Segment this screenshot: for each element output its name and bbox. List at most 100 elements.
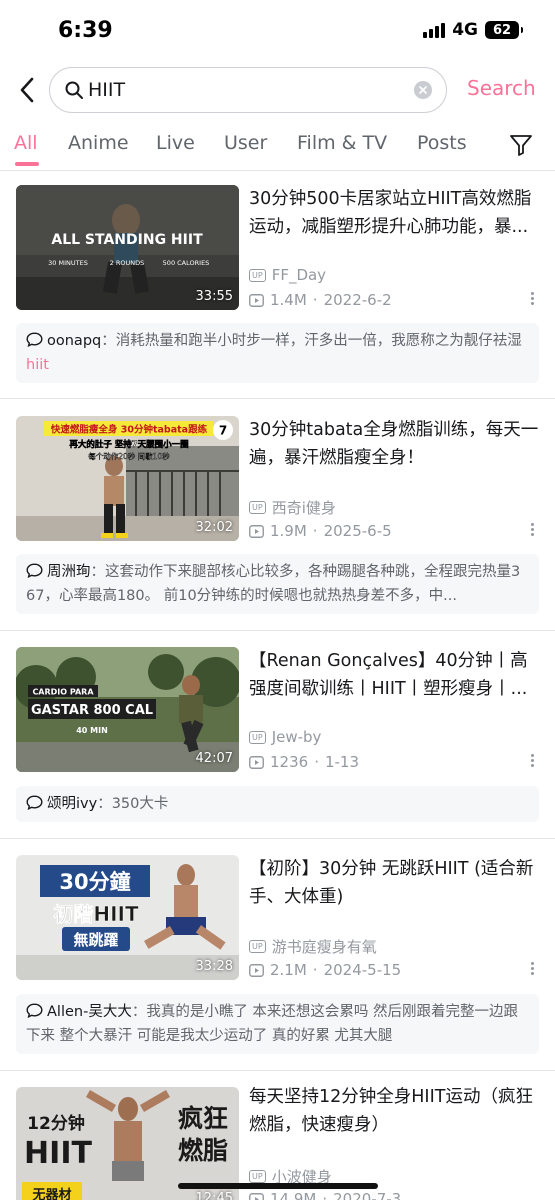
filter-funnel-icon: [510, 135, 532, 156]
play-count-icon: [249, 963, 264, 977]
video-stats: 1236 · 1-13: [249, 753, 359, 771]
network-type: 4G: [452, 20, 478, 40]
uploader-name: FF_Day: [271, 266, 327, 284]
video-thumbnail[interactable]: CARDIO PARA GASTAR 800 CAL 40 MIN 42:07: [16, 647, 239, 772]
tab-live[interactable]: Live: [156, 132, 195, 154]
top-comment[interactable]: Allen-吴大大：我真的是小瞧了 本来还想这会累吗 然后刚跟着完整一边跟下来 …: [16, 994, 539, 1054]
stats-separator: ·: [312, 522, 318, 540]
clear-search-button[interactable]: [414, 81, 432, 99]
comment-author: 周洲珣: [47, 564, 91, 580]
thumb-line: 40 MIN: [76, 726, 108, 735]
thumb-line: GASTAR 800 CAL: [31, 703, 153, 718]
view-count: 2.1M: [270, 961, 307, 979]
thumb-line: CARDIO PARA: [32, 688, 94, 697]
more-options-button[interactable]: [527, 752, 537, 770]
upload-date: 2020-7-3: [333, 1190, 402, 1200]
video-thumbnail[interactable]: 30分鐘 初階HIIT 無跳躍 33:28: [16, 855, 239, 980]
upload-date: 2024-5-15: [323, 961, 402, 979]
thumb-tag: 2 ROUNDS: [110, 259, 145, 267]
home-indicator[interactable]: [178, 1183, 378, 1189]
comment-author: 颂明ivy: [47, 796, 98, 812]
search-input[interactable]: [88, 76, 408, 104]
tab-all[interactable]: All: [14, 132, 38, 154]
stats-separator: ·: [314, 753, 319, 771]
thumb-line: 疯狂: [178, 1104, 228, 1133]
video-duration: 33:55: [195, 289, 233, 304]
video-thumbnail[interactable]: 快速燃脂瘦全身 30分钟tabata跟练 再大的肚子 坚持7天腰围小一圈 每个动…: [16, 416, 239, 541]
comment-bubble-icon: [26, 795, 43, 810]
upload-date: 2022-6-2: [323, 291, 392, 309]
uploader-name: Jew-by: [271, 728, 322, 746]
thumb-line: 無跳躍: [73, 931, 118, 949]
view-count: 14.9M: [270, 1190, 317, 1200]
top-comment[interactable]: 周洲珣：这套动作下来腿部核心比较多，各种踢腿各种跳，全程跟完热量367，心率最高…: [16, 554, 539, 614]
tab-film-tv[interactable]: Film & TV: [297, 132, 387, 154]
search-icon: [65, 81, 83, 99]
play-count-icon: [249, 1192, 264, 1200]
top-comment[interactable]: 颂明ivy：350大卡: [16, 786, 539, 822]
upload-date: 1-13: [324, 753, 360, 771]
close-icon: [419, 86, 427, 94]
view-count: 1236: [270, 753, 309, 771]
search-box[interactable]: [49, 67, 447, 113]
status-indicators: 4G 62: [423, 20, 523, 40]
video-title[interactable]: 【Renan Gonçalves】40分钟丨高强度间歇训练丨HIIT丨塑形瘦身丨…: [249, 647, 544, 703]
comment-bubble-icon: [26, 332, 43, 347]
up-badge-icon: UP: [249, 1170, 266, 1183]
thumb-line: 再大的肚子 坚持7天腰围小一圈: [69, 439, 188, 450]
comment-author: oonapq: [47, 333, 102, 349]
video-stats: 1.4M · 2022-6-2: [249, 291, 392, 309]
thumb-line: 30分鐘: [59, 870, 130, 894]
thumb-line: 12分钟: [27, 1113, 85, 1134]
uploader-name: 游书庭瘦身有氧: [271, 938, 377, 956]
comment-bubble-icon: [26, 1003, 43, 1018]
uploader-name: 西奇i健身: [271, 499, 336, 517]
up-badge-icon: UP: [249, 940, 266, 953]
video-title[interactable]: 30分钟tabata全身燃脂训练，每天一遍，暴汗燃脂瘦全身！: [249, 416, 544, 472]
comment-separator: ：: [97, 796, 112, 812]
comment-text: 350大卡: [111, 796, 169, 812]
thumb-banner: 快速燃脂瘦全身 30分钟tabata跟练: [51, 424, 208, 436]
video-thumbnail[interactable]: ALL STANDING HIIT 30 MINUTES 2 ROUNDS 50…: [16, 185, 239, 310]
video-stats: 14.9M · 2020-7-3: [249, 1190, 401, 1200]
thumb-line: 初階HIIT: [53, 902, 139, 926]
filter-button[interactable]: [508, 132, 534, 158]
video-title[interactable]: 【初阶】30分钟 无跳跃HIIT (适合新手、大体重): [249, 855, 544, 911]
thumb-line: HIIT: [24, 1136, 92, 1171]
comment-separator: ：: [101, 333, 116, 349]
view-count: 1.4M: [270, 291, 307, 309]
back-button[interactable]: [12, 74, 42, 106]
uploader-row[interactable]: UP 游书庭瘦身有氧: [249, 936, 377, 957]
comment-keyword-highlight: hiit: [26, 357, 49, 373]
tab-user[interactable]: User: [224, 132, 267, 154]
video-title[interactable]: 每天坚持12分钟全身HIIT运动（疯狂燃脂，快速瘦身）: [249, 1083, 544, 1139]
upload-date: 2025-6-5: [323, 522, 392, 540]
uploader-row[interactable]: UP FF_Day: [249, 266, 326, 284]
more-options-button[interactable]: [527, 960, 537, 978]
more-options-button[interactable]: [527, 290, 537, 308]
video-duration: 12:45: [195, 1191, 233, 1200]
search-submit-button[interactable]: Search: [467, 76, 536, 100]
uploader-row[interactable]: UP Jew-by: [249, 728, 321, 746]
thumb-tag: 500 CALORIES: [163, 259, 210, 267]
top-comment[interactable]: oonapq：消耗热量和跑半小时步一样，汗多出一倍，我愿称之为靓仔祛湿 hiit: [16, 323, 539, 383]
play-count-icon: [249, 755, 264, 769]
more-options-button[interactable]: [527, 521, 537, 539]
row-divider: [0, 398, 555, 399]
row-divider: [0, 630, 555, 631]
tab-posts[interactable]: Posts: [417, 132, 467, 154]
uploader-row[interactable]: UP 西奇i健身: [249, 497, 336, 518]
view-count: 1.9M: [270, 522, 307, 540]
video-stats: 1.9M · 2025-6-5: [249, 522, 392, 540]
stats-separator: ·: [322, 1190, 328, 1200]
comment-text: 消耗热量和跑半小时步一样，汗多出一倍，我愿称之为靓仔祛湿: [115, 333, 522, 349]
video-title[interactable]: 30分钟500卡居家站立HIIT高效燃脂运动，减脂塑形提升心肺功能，暴...: [249, 185, 544, 241]
row-divider: [0, 1070, 555, 1071]
up-badge-icon: UP: [249, 730, 266, 744]
stats-separator: ·: [312, 961, 318, 979]
thumb-line: 每个动作20秒 间歇10秒: [88, 451, 170, 461]
thumb-tag: 无器材: [31, 1187, 71, 1200]
tab-anime[interactable]: Anime: [68, 132, 129, 154]
battery-icon: 62: [485, 21, 523, 39]
status-time: 6:39: [58, 18, 113, 43]
